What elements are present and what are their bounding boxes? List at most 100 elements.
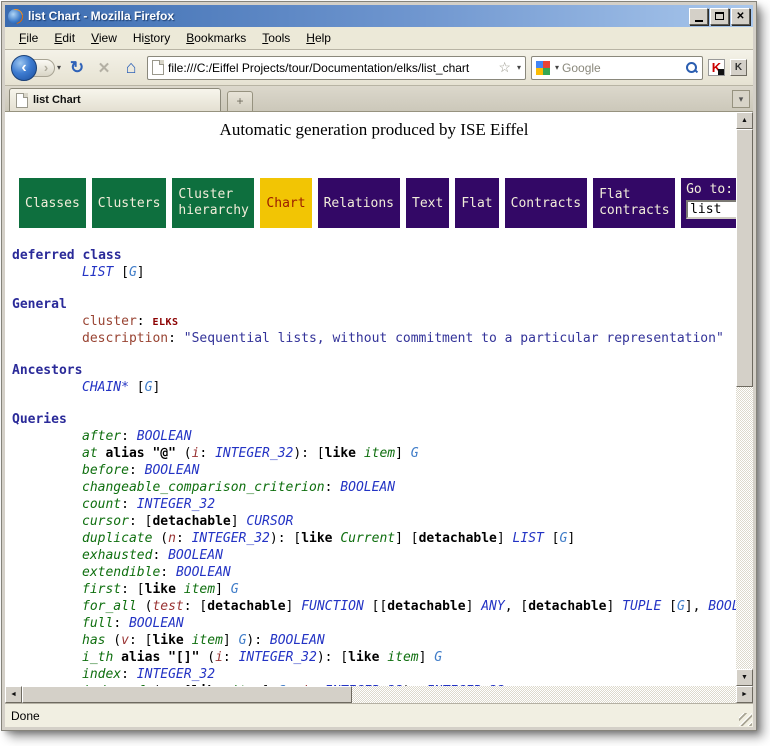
- menu-bookmarks[interactable]: Bookmarks: [178, 29, 254, 47]
- address-bar[interactable]: file:///C:/Eiffel Projects/tour/Document…: [147, 56, 526, 80]
- maximize-button[interactable]: [710, 8, 729, 25]
- menu-tools[interactable]: Tools: [254, 29, 298, 47]
- vertical-scroll-thumb[interactable]: [736, 129, 753, 387]
- doc-nav-clusters[interactable]: Clusters: [92, 178, 167, 228]
- class-link[interactable]: BOOLEAN: [340, 480, 395, 495]
- class-link[interactable]: BOOLEAN: [145, 463, 200, 478]
- new-tab-button[interactable]: +: [227, 91, 253, 111]
- url-dropdown-icon[interactable]: ▾: [517, 63, 521, 72]
- menu-edit[interactable]: Edit: [46, 29, 83, 47]
- search-input[interactable]: [562, 61, 683, 75]
- code-text: (: [199, 650, 215, 665]
- class-link[interactable]: BOOLEAN: [129, 616, 184, 631]
- stop-button[interactable]: ✕: [93, 59, 115, 77]
- class-link[interactable]: BOOLEAN: [137, 429, 192, 444]
- code-text: ): [: [270, 531, 301, 546]
- class-link[interactable]: LIST: [513, 531, 544, 546]
- code-line: at alias "@" (i: INTEGER_32): [like item…: [12, 445, 736, 462]
- class-link[interactable]: G: [434, 650, 442, 665]
- class-link[interactable]: G: [231, 582, 239, 597]
- scroll-right-button[interactable]: ►: [736, 686, 753, 703]
- class-link[interactable]: LIST: [82, 265, 113, 280]
- doc-nav-text[interactable]: Text: [406, 178, 449, 228]
- refresh-button[interactable]: ↻: [66, 58, 88, 78]
- doc-nav-chart[interactable]: Chart: [260, 178, 311, 228]
- horizontal-scrollbar[interactable]: ◄ ►: [5, 686, 753, 703]
- doc-nav-flat[interactable]: Flat: [455, 178, 498, 228]
- document-page: Automatic generation produced by ISE Eif…: [5, 112, 736, 686]
- class-link[interactable]: BOOLEAN: [176, 565, 231, 580]
- class-link[interactable]: INTEGER_32: [239, 650, 317, 665]
- tab-list-chart[interactable]: list Chart: [9, 88, 221, 111]
- horizontal-scroll-thumb[interactable]: [22, 686, 352, 703]
- code-text: :: [129, 463, 145, 478]
- scroll-left-button[interactable]: ◄: [5, 686, 22, 703]
- class-link[interactable]: CURSOR: [246, 514, 293, 529]
- code-text: [: [661, 599, 677, 614]
- code-line: duplicate (n: INTEGER_32): [like Current…: [12, 530, 736, 547]
- scroll-up-button[interactable]: ▲: [736, 112, 753, 129]
- url-text[interactable]: file:///C:/Eiffel Projects/tour/Document…: [168, 61, 494, 75]
- class-link[interactable]: G: [677, 599, 685, 614]
- vertical-scrollbar[interactable]: ▲ ▼: [736, 112, 753, 686]
- goto-input[interactable]: [686, 200, 736, 219]
- search-engine-dropdown-icon[interactable]: ▾: [555, 63, 559, 72]
- class-link[interactable]: TUPLE: [622, 599, 661, 614]
- maximize-icon: [715, 12, 724, 20]
- doc-nav-relations[interactable]: Relations: [318, 178, 400, 228]
- doc-nav-flat-contracts[interactable]: Flat contracts: [593, 178, 675, 228]
- doc-nav-cluster-hierarchy[interactable]: Cluster hierarchy: [172, 178, 254, 228]
- doc-nav-classes[interactable]: Classes: [19, 178, 86, 228]
- class-link[interactable]: INTEGER_32: [215, 446, 293, 461]
- class-link[interactable]: ANY: [481, 599, 504, 614]
- titlebar[interactable]: list Chart - Mozilla Firefox ✕: [5, 5, 753, 27]
- doc-nav-contracts[interactable]: Contracts: [505, 178, 587, 228]
- code-text: cluster: [82, 314, 137, 329]
- history-dropdown-icon[interactable]: ▾: [57, 63, 61, 72]
- kaspersky-icon[interactable]: K: [708, 59, 725, 76]
- search-icon[interactable]: [686, 62, 698, 74]
- code-text: i: [215, 650, 223, 665]
- browser-window: list Chart - Mozilla Firefox ✕ FileEditV…: [2, 2, 756, 730]
- code-text: after: [82, 429, 121, 444]
- code-text: ELKS: [152, 317, 178, 328]
- menu-file[interactable]: File: [11, 29, 46, 47]
- bookmark-star-icon[interactable]: ☆: [498, 59, 511, 76]
- code-text: detachable: [152, 514, 230, 529]
- code-line: description: "Sequential lists, without …: [12, 330, 736, 347]
- code-text: ): [: [293, 446, 324, 461]
- minimize-button[interactable]: [689, 8, 708, 25]
- class-link[interactable]: G: [411, 446, 419, 461]
- class-link[interactable]: FUNCTION: [301, 599, 364, 614]
- code-text: :: [113, 616, 129, 631]
- code-text: (: [152, 531, 168, 546]
- class-link[interactable]: INTEGER_32: [137, 667, 215, 682]
- code-text: item: [184, 582, 215, 597]
- code-text: ]: [223, 633, 239, 648]
- code-text: : [: [129, 633, 152, 648]
- menu-view[interactable]: View: [83, 29, 125, 47]
- menu-history[interactable]: History: [125, 29, 178, 47]
- close-button[interactable]: ✕: [731, 8, 750, 25]
- class-link[interactable]: CHAIN*: [82, 380, 129, 395]
- class-link[interactable]: INTEGER_32: [192, 531, 270, 546]
- back-button[interactable]: ‹: [11, 55, 37, 81]
- search-bar[interactable]: ▾: [531, 56, 703, 80]
- doc-nav-row: ClassesClustersCluster hierarchyChartRel…: [19, 178, 736, 228]
- code-text: like: [145, 582, 176, 597]
- k-addon-button[interactable]: K: [730, 59, 747, 76]
- menu-help[interactable]: Help: [298, 29, 339, 47]
- scroll-down-button[interactable]: ▼: [736, 669, 753, 686]
- window-title: list Chart - Mozilla Firefox: [28, 9, 689, 23]
- code-line: index: INTEGER_32: [12, 666, 736, 683]
- class-link[interactable]: BOOLEAN: [708, 599, 736, 614]
- tab-list-dropdown-button[interactable]: ▾: [732, 90, 750, 108]
- resize-grip[interactable]: [739, 713, 752, 726]
- code-line: for_all (test: [detachable] FUNCTION [[d…: [12, 598, 736, 615]
- class-link[interactable]: G: [129, 265, 137, 280]
- class-link[interactable]: BOOLEAN: [168, 548, 223, 563]
- home-button[interactable]: ⌂: [120, 57, 142, 78]
- class-link[interactable]: INTEGER_32: [137, 497, 215, 512]
- class-link[interactable]: BOOLEAN: [270, 633, 325, 648]
- content-area: Automatic generation produced by ISE Eif…: [5, 112, 753, 686]
